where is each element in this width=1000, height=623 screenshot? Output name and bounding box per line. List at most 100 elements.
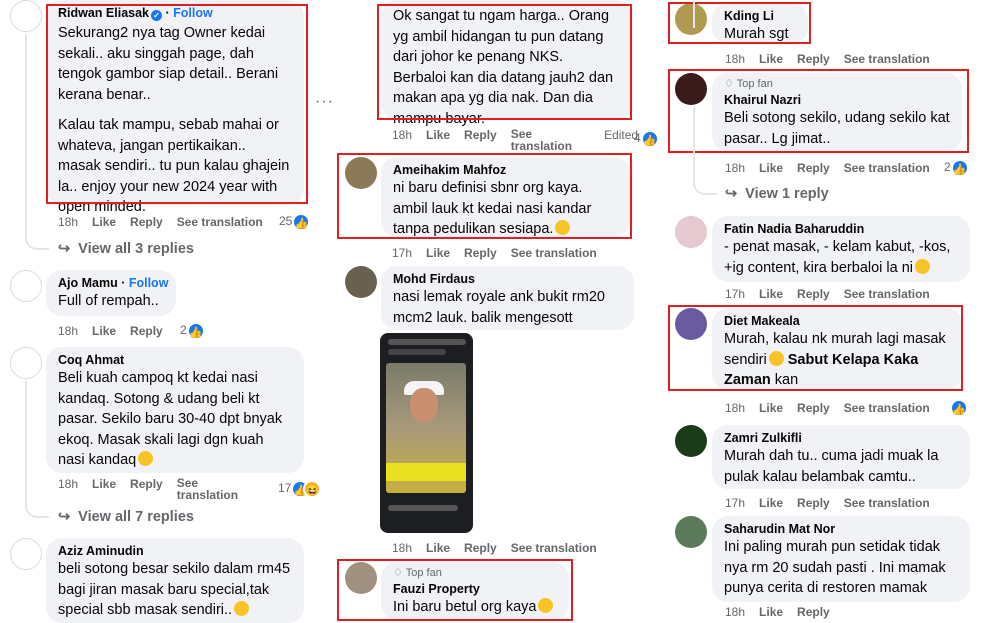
reply-button[interactable]: Reply (464, 246, 497, 260)
avatar[interactable] (675, 3, 707, 35)
timestamp[interactable]: 18h (58, 324, 78, 338)
timestamp[interactable]: 18h (58, 477, 78, 491)
follow-button[interactable]: Follow (173, 6, 213, 20)
commenter-name[interactable]: Ridwan Eliasak (58, 6, 149, 20)
reaction-count[interactable]: 4 👍 (634, 129, 659, 148)
like-button[interactable]: Like (759, 605, 783, 619)
avatar[interactable] (675, 73, 707, 105)
commenter-name[interactable]: Ameihakim Mahfoz (393, 163, 618, 178)
commenter-name[interactable]: Mohd Firdaus (393, 272, 622, 287)
reply-button[interactable]: Reply (797, 287, 830, 301)
more-options-icon[interactable]: ··· (315, 93, 334, 111)
see-translation-button[interactable]: See translation (844, 496, 930, 510)
timestamp[interactable]: 18h (392, 541, 412, 555)
commenter-name[interactable]: Coq Ahmat (58, 353, 292, 368)
like-button[interactable]: Like (759, 161, 783, 175)
like-button[interactable]: Like (759, 52, 783, 66)
avatar[interactable] (10, 347, 42, 379)
timestamp[interactable]: 18h (392, 128, 412, 142)
commenter-name[interactable]: Ajo Mamu (58, 276, 118, 290)
like-button[interactable]: Like (759, 287, 783, 301)
avatar[interactable] (10, 538, 42, 570)
timestamp[interactable]: 17h (725, 287, 745, 301)
like-button[interactable]: Like (759, 496, 783, 510)
video-header (388, 339, 466, 345)
comment-text: Beli sotong sekilo, udang sekilo kat pas… (724, 110, 950, 147)
reply-button[interactable]: Reply (130, 324, 163, 338)
view-replies-button[interactable]: ↪ View all 7 replies (58, 509, 194, 525)
see-translation-button[interactable]: See translation (177, 477, 252, 501)
view-replies-button[interactable]: ↪ View all 3 replies (58, 241, 194, 257)
reply-button[interactable]: Reply (464, 128, 497, 142)
view-replies-button[interactable]: ↪ View 1 reply (725, 186, 829, 202)
reaction-count[interactable]: 👍 (950, 398, 968, 417)
timestamp[interactable]: 17h (725, 496, 745, 510)
see-translation-button[interactable]: See translation (844, 401, 930, 415)
like-button[interactable]: Like (426, 541, 450, 555)
avatar[interactable] (675, 516, 707, 548)
see-translation-button[interactable]: See translation (511, 541, 597, 555)
commenter-name[interactable]: Khairul Nazri (724, 93, 950, 108)
like-button[interactable]: Like (92, 215, 116, 229)
reply-button[interactable]: Reply (130, 477, 163, 491)
reply-button[interactable]: Reply (130, 215, 163, 229)
follow-button[interactable]: Follow (129, 276, 169, 290)
video-footer (388, 505, 458, 511)
see-translation-button[interactable]: See translation (177, 215, 263, 229)
avatar[interactable] (345, 157, 377, 189)
comment-text: beli sotong besar sekilo dalam rm45 bagi… (58, 561, 291, 618)
avatar[interactable] (10, 270, 42, 302)
reaction-count[interactable]: 25 👍 (279, 212, 311, 231)
like-button[interactable]: Like (426, 128, 450, 142)
avatar[interactable] (345, 562, 377, 594)
comment-text: Murah sgt (724, 26, 789, 42)
like-button[interactable]: Like (426, 246, 450, 260)
reply-button[interactable]: Reply (797, 496, 830, 510)
comment-text: nasi lemak royale ank bukit rm20 mcm2 la… (393, 289, 605, 326)
top-fan-icon: ♢ (724, 78, 734, 90)
comment-actions: 18h Like Reply (58, 324, 177, 339)
commenter-name[interactable]: Kding Li (724, 9, 796, 24)
timestamp[interactable]: 18h (58, 215, 78, 229)
comment-text: Ok sangat tu ngam harga.. Orang yg ambil… (393, 8, 614, 127)
reaction-count[interactable]: 17 👍😆 (278, 479, 322, 498)
reaction-count[interactable]: 2 👍 (180, 321, 205, 340)
reply-button[interactable]: Reply (797, 161, 830, 175)
see-translation-button[interactable]: See translation (511, 246, 597, 260)
commenter-name[interactable]: Fauzi Property (393, 582, 557, 597)
reply-button[interactable]: Reply (797, 52, 830, 66)
video-banner (386, 463, 466, 481)
commenter-name[interactable]: Fatin Nadia Baharuddin (724, 222, 958, 237)
timestamp[interactable]: 18h (725, 161, 745, 175)
see-translation-button[interactable]: See translation (844, 52, 930, 66)
commenter-name[interactable]: Saharudin Mat Nor (724, 522, 958, 537)
timestamp[interactable]: 17h (392, 246, 412, 260)
reply-button[interactable]: Reply (797, 605, 830, 619)
see-translation-button[interactable]: See translation (511, 128, 586, 152)
timestamp[interactable]: 18h (725, 605, 745, 619)
timestamp[interactable]: 18h (725, 401, 745, 415)
video-thumbnail[interactable] (380, 333, 473, 533)
see-translation-button[interactable]: See translation (844, 287, 930, 301)
comment-actions: 18h Like Reply See translation (725, 161, 944, 176)
reaction-count[interactable]: 2 👍 (944, 158, 969, 177)
like-button[interactable]: Like (92, 477, 116, 491)
see-translation-button[interactable]: See translation (844, 161, 930, 175)
avatar[interactable] (675, 425, 707, 457)
reply-button[interactable]: Reply (797, 401, 830, 415)
avatar[interactable] (345, 266, 377, 298)
timestamp[interactable]: 18h (725, 52, 745, 66)
reply-button[interactable]: Reply (464, 541, 497, 555)
commenter-name[interactable]: Zamri Zulkifli (724, 431, 958, 446)
thread-connector (25, 34, 49, 250)
like-button[interactable]: Like (92, 324, 116, 338)
commenter-name[interactable]: Aziz Aminudin (58, 544, 292, 559)
thread-connector (693, 107, 717, 195)
avatar[interactable] (10, 0, 42, 32)
avatar[interactable] (675, 216, 707, 248)
comment-bubble: Ridwan Eliasak ✓ · Follow Sekurang2 nya t… (46, 0, 304, 215)
commenter-name[interactable]: Diet Makeala (724, 314, 950, 329)
grin-emoji-icon (555, 220, 571, 235)
avatar[interactable] (675, 308, 707, 340)
like-button[interactable]: Like (759, 401, 783, 415)
